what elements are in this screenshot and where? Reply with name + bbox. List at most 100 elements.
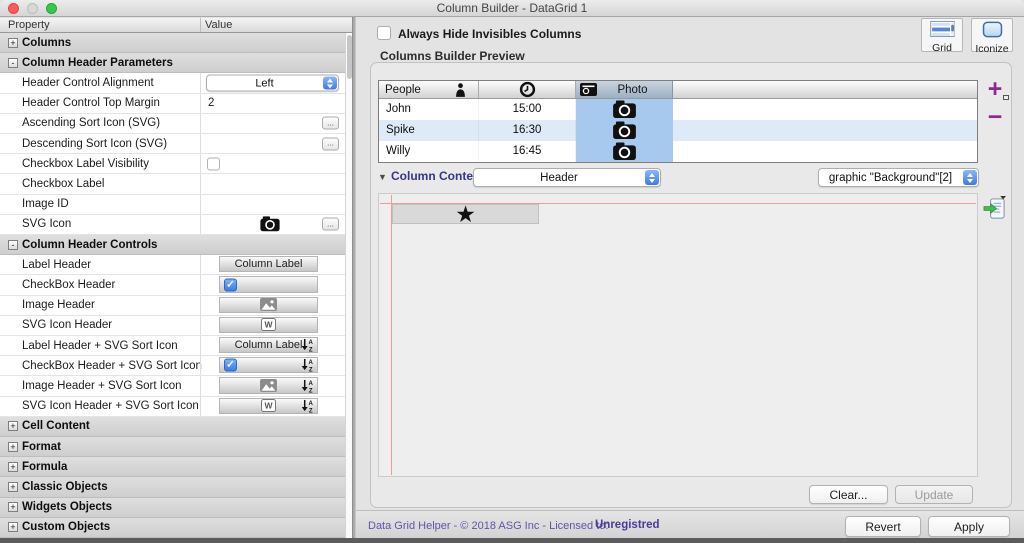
- expander-icon[interactable]: +: [8, 482, 18, 492]
- property-scrollbar[interactable]: [345, 33, 352, 538]
- window-title: Column Builder - DataGrid 1: [0, 0, 1024, 17]
- preview-row[interactable]: John15:00: [379, 99, 977, 120]
- svg-text:Z: Z: [309, 388, 313, 393]
- expander-icon[interactable]: +: [8, 421, 18, 431]
- section-label: Column Header Parameters: [22, 57, 173, 69]
- expander-icon[interactable]: +: [8, 38, 18, 48]
- section-row[interactable]: -Column Header Parameters: [0, 53, 345, 73]
- header-preview-button[interactable]: W: [219, 317, 318, 333]
- property-label: Image Header: [22, 299, 95, 311]
- photo-cell: [576, 99, 673, 120]
- insert-object-icon[interactable]: [983, 195, 1006, 222]
- header-preview-button[interactable]: W A Z: [219, 398, 318, 414]
- people-cell: John: [379, 99, 479, 120]
- camera-icon: [612, 100, 637, 119]
- value-text: 2: [208, 97, 214, 109]
- section-label: Columns: [22, 37, 71, 49]
- minimize-button[interactable]: [27, 3, 38, 14]
- header-preview-button[interactable]: A Z: [219, 377, 318, 393]
- svg-text:A: A: [308, 340, 313, 346]
- svg-text:W: W: [264, 401, 273, 411]
- property-value: ...: [200, 114, 345, 133]
- always-hide-checkbox[interactable]: [377, 26, 391, 40]
- revert-button[interactable]: Revert: [845, 516, 921, 537]
- property-row: Image ID: [0, 195, 345, 215]
- preview-row[interactable]: Spike16:30: [379, 120, 977, 141]
- value-dropdown[interactable]: Left: [206, 75, 339, 92]
- property-row: Label Header + SVG Sort IconColumn Label…: [0, 336, 345, 356]
- header-preview-button[interactable]: Column Label A Z: [219, 337, 318, 353]
- checkbox-checked[interactable]: ✓: [224, 278, 237, 291]
- section-row[interactable]: +Formula: [0, 457, 345, 477]
- add-column-button[interactable]: +: [983, 77, 1007, 101]
- iconize-button-label: Iconize: [972, 43, 1012, 55]
- property-label: Header Control Top Margin: [22, 97, 160, 109]
- property-list-header: Property Value: [0, 18, 352, 33]
- checkbox-checked[interactable]: ✓: [224, 359, 237, 372]
- section-row[interactable]: +Custom Objects: [0, 518, 345, 538]
- design-canvas[interactable]: ★: [378, 193, 978, 477]
- expander-icon[interactable]: +: [8, 502, 18, 512]
- license-status: Unregistred: [595, 519, 660, 531]
- header-preview-button[interactable]: ✓: [219, 276, 318, 292]
- clock-icon: [519, 81, 536, 98]
- button-label: Column Label: [235, 258, 303, 270]
- content-type-dropdown[interactable]: Header: [473, 168, 661, 187]
- chevron-down-icon: [649, 179, 655, 183]
- browse-dots-button[interactable]: ...: [322, 117, 339, 130]
- section-row[interactable]: -Column Header Controls: [0, 235, 345, 255]
- section-label: Column Header Controls: [22, 239, 157, 251]
- header-preview-button[interactable]: Column Label: [219, 256, 318, 272]
- preview-column-time[interactable]: [479, 81, 576, 98]
- expander-icon[interactable]: +: [8, 442, 18, 452]
- graphic-dropdown[interactable]: graphic "Background"[2]: [818, 168, 979, 187]
- grid-toolbar-button[interactable]: Grid: [921, 18, 963, 52]
- apply-button[interactable]: Apply: [928, 516, 1010, 537]
- section-row[interactable]: + Classic Objects: [0, 477, 345, 497]
- zoom-button[interactable]: [46, 3, 57, 14]
- preview-row[interactable]: Willy16:45: [379, 141, 977, 162]
- property-row: Descending Sort Icon (SVG)...: [0, 134, 345, 154]
- remove-column-button[interactable]: −: [983, 105, 1007, 129]
- time-cell: 15:00: [479, 99, 576, 120]
- photo-column-label: Photo: [597, 84, 668, 96]
- section-row[interactable]: + Widgets Objects: [0, 498, 345, 518]
- people-cell: Willy: [379, 141, 479, 162]
- section-row[interactable]: +Cell Content: [0, 417, 345, 437]
- update-button[interactable]: Update: [895, 485, 973, 504]
- image-icon: [260, 298, 277, 311]
- section-row[interactable]: + Format: [0, 437, 345, 457]
- section-label: Widgets Objects: [22, 501, 112, 513]
- sort-az-icon: A Z: [301, 379, 314, 393]
- section-label: Format: [22, 441, 61, 453]
- checkbox-unchecked[interactable]: [207, 157, 220, 170]
- stepper-icon: [963, 170, 977, 185]
- clear-button[interactable]: Clear...: [809, 485, 888, 504]
- svg-text:A: A: [308, 360, 313, 366]
- star-icon[interactable]: ★: [455, 205, 476, 223]
- header-preview-button[interactable]: [219, 297, 318, 313]
- header-preview-button[interactable]: ✓ A Z: [219, 357, 318, 373]
- expander-icon[interactable]: -: [8, 58, 18, 68]
- close-button[interactable]: [8, 3, 19, 14]
- expander-icon[interactable]: -: [8, 240, 18, 250]
- property-label: Checkbox Label: [22, 178, 104, 190]
- property-value: Column Label: [200, 255, 345, 274]
- section-row[interactable]: + Columns: [0, 33, 345, 53]
- disclosure-triangle-icon[interactable]: ▼: [378, 172, 387, 182]
- property-row: SVG Icon Header W: [0, 316, 345, 336]
- property-label: SVG Icon Header: [22, 319, 112, 331]
- property-label: SVG Icon: [22, 218, 71, 230]
- property-value: Column Label A Z: [200, 336, 345, 355]
- canvas-header-bar[interactable]: ★: [392, 204, 539, 224]
- browse-dots-button[interactable]: ...: [322, 218, 339, 231]
- iconize-toolbar-button[interactable]: Iconize: [971, 18, 1013, 52]
- preview-column-photo[interactable]: Photo: [576, 81, 673, 98]
- section-label: Classic Objects: [22, 481, 108, 493]
- expander-icon[interactable]: +: [8, 462, 18, 472]
- property-row: SVG Icon Header + SVG Sort Icon W A Z: [0, 397, 345, 417]
- browse-dots-button[interactable]: ...: [322, 137, 339, 150]
- camera-icon: [259, 216, 281, 232]
- expander-icon[interactable]: +: [8, 522, 18, 532]
- preview-column-people[interactable]: People: [379, 81, 479, 98]
